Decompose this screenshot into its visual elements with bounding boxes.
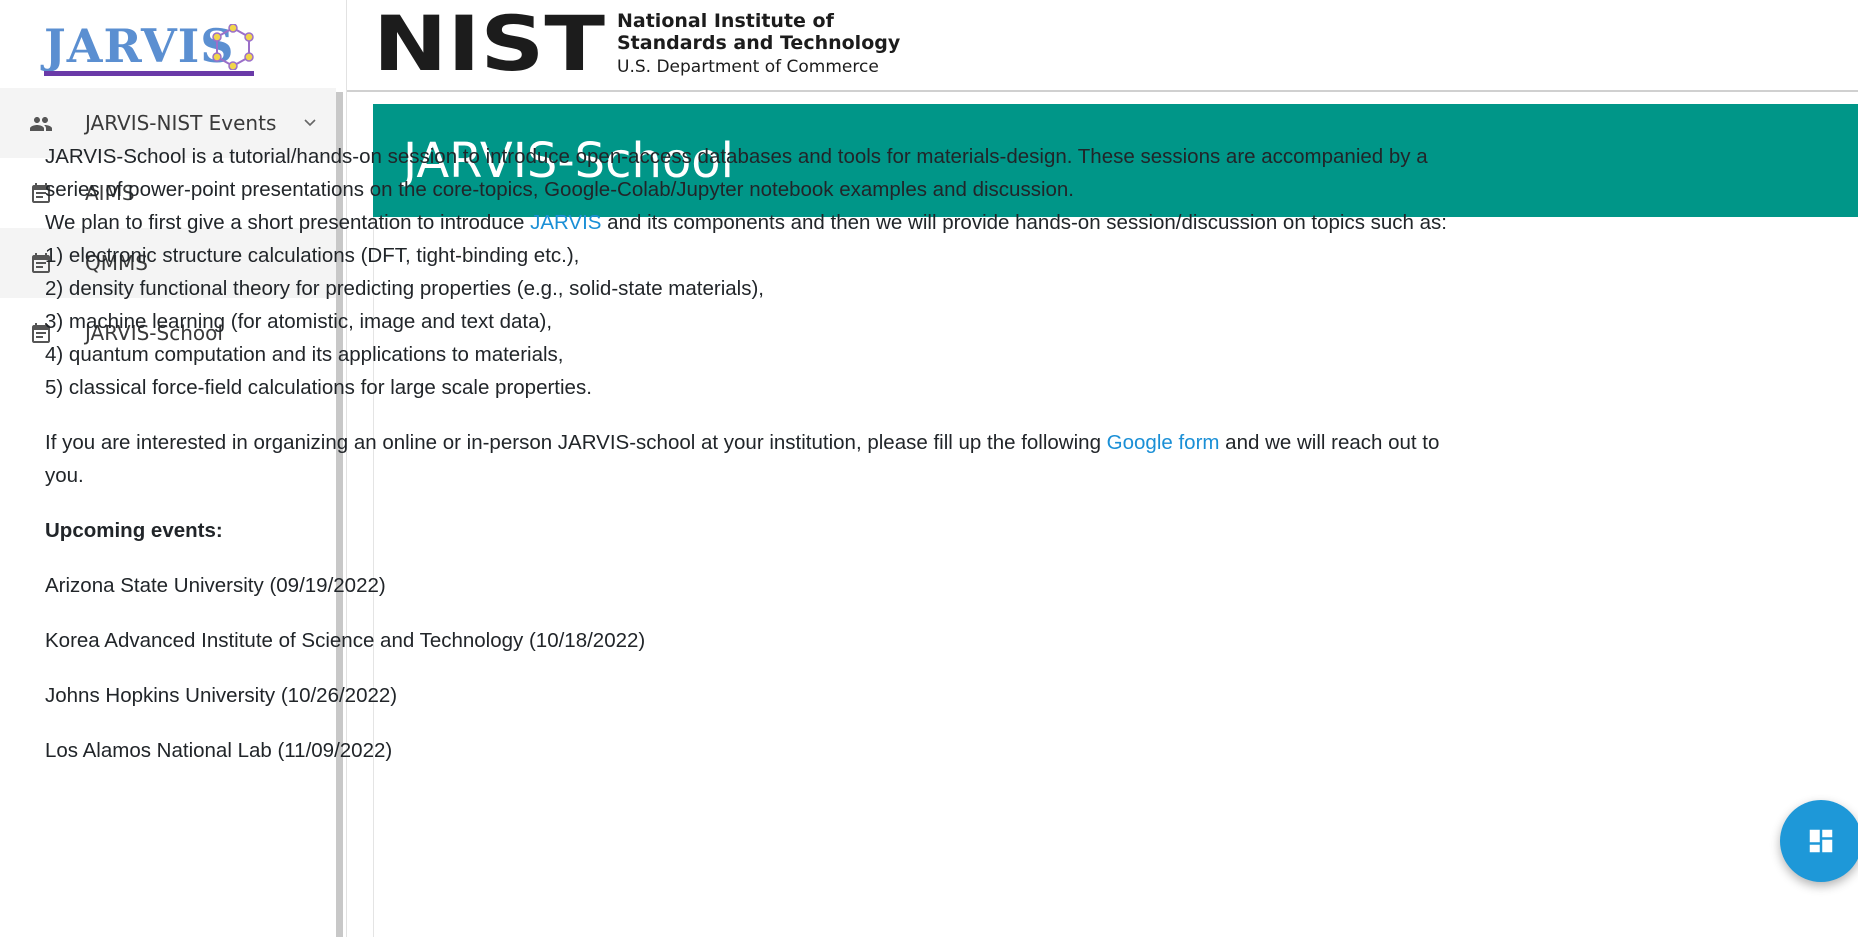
logo-underline xyxy=(44,71,254,76)
nist-department: U.S. Department of Commerce xyxy=(617,57,879,77)
molecule-icon xyxy=(212,24,254,70)
nist-name-line2: Standards and Technology xyxy=(617,32,901,54)
topic-item: 3) machine learning (for atomistic, imag… xyxy=(45,310,553,333)
interest-paragraph: If you are interested in organizing an o… xyxy=(45,426,1465,492)
event-item: Los Alamos National Lab (11/09/2022) xyxy=(45,739,393,762)
nist-logo-text: NIST xyxy=(373,12,605,76)
upcoming-events-heading: Upcoming events: xyxy=(45,519,223,542)
event-item: Johns Hopkins University (10/26/2022) xyxy=(45,684,398,707)
logo-text: JARVIS xyxy=(44,19,235,73)
nist-name-line1: National Institute of xyxy=(617,10,834,32)
jarvis-logo[interactable]: JARVIS xyxy=(0,0,336,88)
nist-logo[interactable]: NIST xyxy=(373,12,609,76)
header: NIST National Institute of Standards and… xyxy=(347,0,1858,92)
google-form-link[interactable]: Google form xyxy=(1107,431,1220,454)
intro-plan-paragraph: We plan to first give a short presentati… xyxy=(45,206,1465,239)
jarvis-link[interactable]: JARVIS xyxy=(530,211,601,234)
sidebar-item-label: JARVIS-NIST Events xyxy=(85,111,277,135)
event-item: Korea Advanced Institute of Science and … xyxy=(45,629,646,652)
topic-item: 4) quantum computation and its applicati… xyxy=(45,343,564,366)
intro-plan-text: We plan to first give a short presentati… xyxy=(45,211,531,234)
chevron-down-icon[interactable] xyxy=(302,115,318,131)
topic-item: 5) classical force-field calculations fo… xyxy=(45,376,592,399)
intro-paragraph: JARVIS-School is a tutorial/hands-on ses… xyxy=(45,145,1428,201)
event-item: Arizona State University (09/19/2022) xyxy=(45,574,386,597)
people-icon xyxy=(30,117,52,131)
dashboard-fab-button[interactable] xyxy=(1780,800,1858,882)
article-body: JARVIS-School is a tutorial/hands-on ses… xyxy=(45,140,1465,789)
topic-item: 1) electronic structure calculations (DF… xyxy=(45,244,580,267)
intro-plan-text-end: and its components and then we will prov… xyxy=(601,211,1448,234)
interest-text: If you are interested in organizing an o… xyxy=(45,431,1107,454)
topic-item: 2) density functional theory for predict… xyxy=(45,277,764,300)
dashboard-icon xyxy=(1809,829,1833,853)
